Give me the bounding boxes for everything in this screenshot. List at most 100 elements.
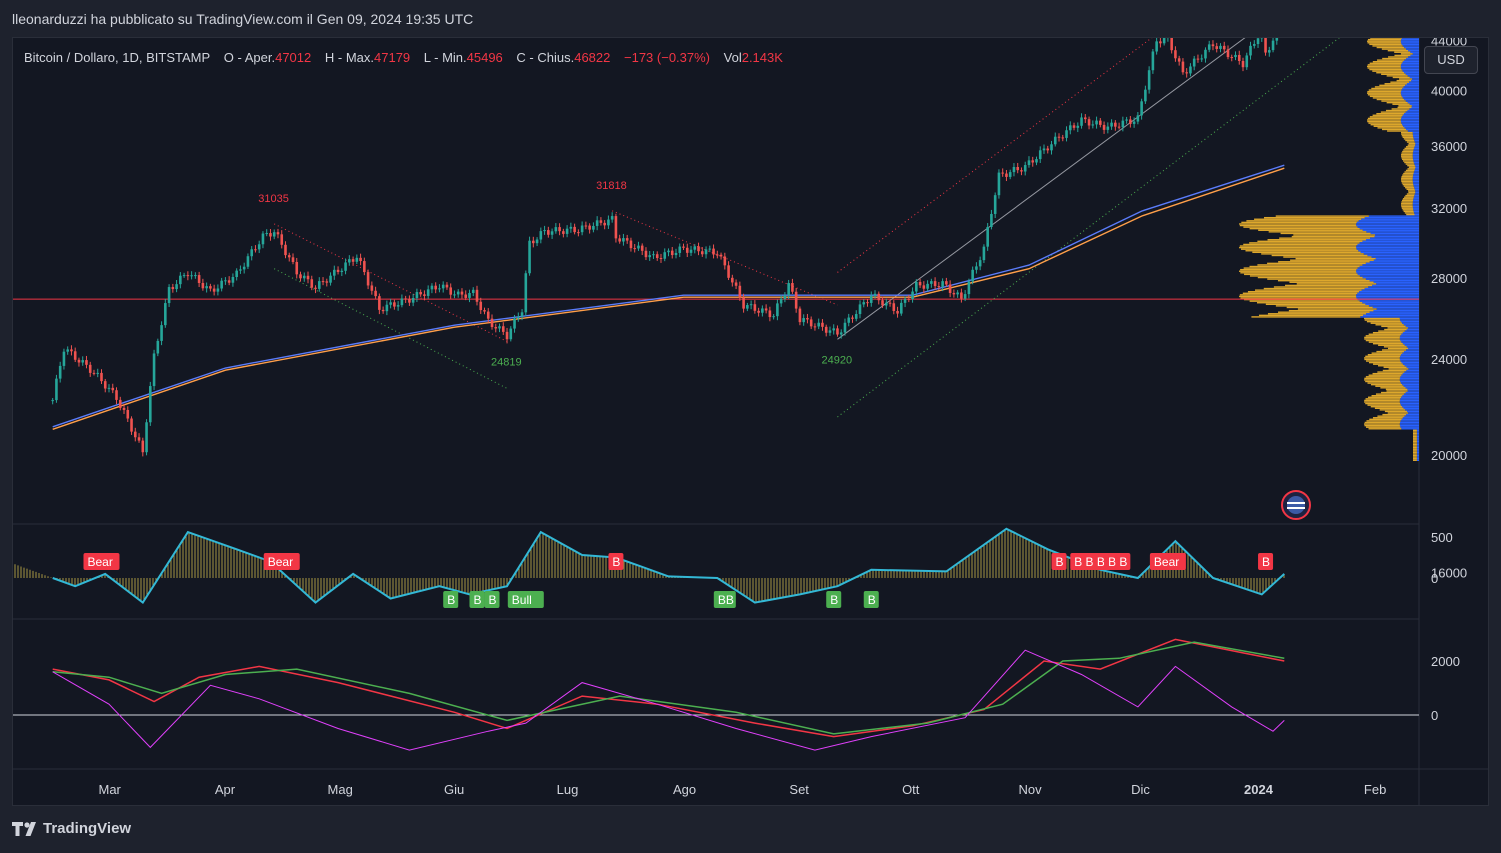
trend-line[interactable] <box>273 223 508 342</box>
candle-body <box>892 303 896 311</box>
volume-profile-bar <box>1364 377 1400 380</box>
candle-body <box>250 249 253 257</box>
candle-body <box>122 407 126 410</box>
candle-body <box>126 409 130 419</box>
volume-profile-bar <box>1387 412 1409 414</box>
tradingview-logo[interactable]: TradingView <box>12 820 131 837</box>
volume-profile-bar <box>1372 114 1403 116</box>
volume-profile-bar <box>1377 127 1405 129</box>
volume-profile-bar <box>1376 283 1419 285</box>
volume-profile-bar <box>1367 92 1401 94</box>
candle-body <box>1252 44 1256 46</box>
volume-profile-bar <box>1401 153 1413 156</box>
candle-body <box>156 340 160 354</box>
volume-profile-bar <box>1257 276 1363 279</box>
candle-body <box>1125 119 1128 121</box>
candle-body <box>471 289 475 294</box>
volume-profile-bar <box>1401 131 1413 134</box>
signal-label-text: B <box>489 593 497 607</box>
volume-profile-bar <box>1377 59 1405 61</box>
volume-profile-bar <box>1399 317 1419 320</box>
volume-profile-bar <box>1413 429 1417 432</box>
volume-profile-bar <box>1405 409 1419 411</box>
volume-profile-bar <box>1364 319 1400 321</box>
candle-body <box>254 249 257 251</box>
volume-profile-bar <box>1416 450 1419 452</box>
candle-body <box>272 232 276 237</box>
volume-profile-bar <box>1383 366 1407 369</box>
signal-label-text: Bear <box>268 555 293 569</box>
candle-body <box>1099 120 1102 125</box>
candle-body <box>130 418 133 432</box>
volume-profile-bar <box>1401 180 1413 183</box>
candle-body <box>1151 51 1155 71</box>
volume-profile-bar <box>1357 226 1419 228</box>
volume-profile-bar <box>1402 97 1419 99</box>
symbol-name[interactable]: Bitcoin / Dollaro, 1D, BITSTAMP <box>24 50 210 65</box>
signal-label-text: B <box>473 593 481 607</box>
volume-profile-bar <box>1373 125 1404 127</box>
volume-profile-bar <box>1373 363 1403 365</box>
candle-body <box>945 281 948 285</box>
volume-profile-bar <box>1402 114 1419 116</box>
volume-profile-bar <box>1404 371 1419 373</box>
volume-profile-bar <box>1295 257 1376 260</box>
trend-line[interactable] <box>273 268 508 389</box>
candle-body <box>505 331 509 340</box>
candle-body <box>404 298 407 300</box>
candle-body <box>453 294 456 296</box>
candle-body <box>141 440 145 453</box>
candle-body <box>430 285 434 290</box>
volume-profile-bar <box>1416 439 1419 441</box>
candle-body <box>1200 58 1204 60</box>
candle-body <box>179 275 182 285</box>
candle-body <box>55 378 58 401</box>
volume-profile-bar <box>1401 135 1413 137</box>
time-axis-label: Ago <box>673 782 696 797</box>
volume-profile-bar <box>1374 407 1404 409</box>
candle-body <box>1102 124 1106 130</box>
volume-profile-bar <box>1412 182 1419 184</box>
candle-body <box>1147 70 1151 90</box>
volume-profile-bar <box>1416 453 1419 455</box>
volume-profile-bar <box>1364 216 1419 219</box>
candle-body <box>393 302 396 307</box>
candle-body <box>291 257 295 262</box>
volume-profile-bar <box>1401 95 1419 98</box>
volume-profile-bar <box>1401 117 1419 120</box>
volume-profile-bar <box>1402 70 1419 72</box>
volume-profile-bar <box>1413 453 1417 455</box>
volume-profile-bar <box>1406 413 1419 416</box>
volume-profile-bar <box>1243 226 1358 228</box>
volume-profile-bar <box>1413 171 1419 173</box>
chart-frame[interactable]: 31035 31818 24819 24920 16000 20000 24000 28000… <box>12 37 1489 806</box>
currency-button[interactable]: USD <box>1424 46 1478 74</box>
time-axis-label: Mag <box>328 782 353 797</box>
candle-body <box>982 246 986 261</box>
volume-profile-bar <box>1365 335 1401 337</box>
chart-canvas[interactable]: 310353181824819 2492016000200002400028000… <box>13 38 1489 806</box>
volume-profile-bar <box>1239 294 1357 296</box>
volume-profile-bar <box>1413 161 1419 164</box>
candle-body <box>171 287 175 290</box>
candle-body <box>1031 160 1035 163</box>
volume-profile-bar <box>1412 152 1419 154</box>
volume-profile-bar <box>1407 101 1419 104</box>
volume-profile-bar <box>1376 46 1405 49</box>
volume-profile-bar <box>1243 243 1358 246</box>
candle-body <box>1275 38 1279 41</box>
volume-profile-bar <box>1241 221 1357 224</box>
open-label: O - Aper. <box>223 50 276 65</box>
volume-profile-bar <box>1416 459 1419 461</box>
volume-profile-bar <box>1401 38 1419 41</box>
candle-body <box>434 285 437 290</box>
publication-caption: lleonarduzzi ha pubblicato su TradingVie… <box>12 11 474 27</box>
candle-body <box>554 227 558 232</box>
candle-body <box>1042 148 1046 151</box>
candle-body <box>81 360 85 363</box>
volume-profile-bar <box>1409 76 1419 79</box>
candle-body <box>918 281 922 286</box>
volume-profile-bar <box>1267 239 1366 241</box>
candle-body <box>757 310 760 313</box>
trend-line[interactable] <box>837 38 1366 273</box>
